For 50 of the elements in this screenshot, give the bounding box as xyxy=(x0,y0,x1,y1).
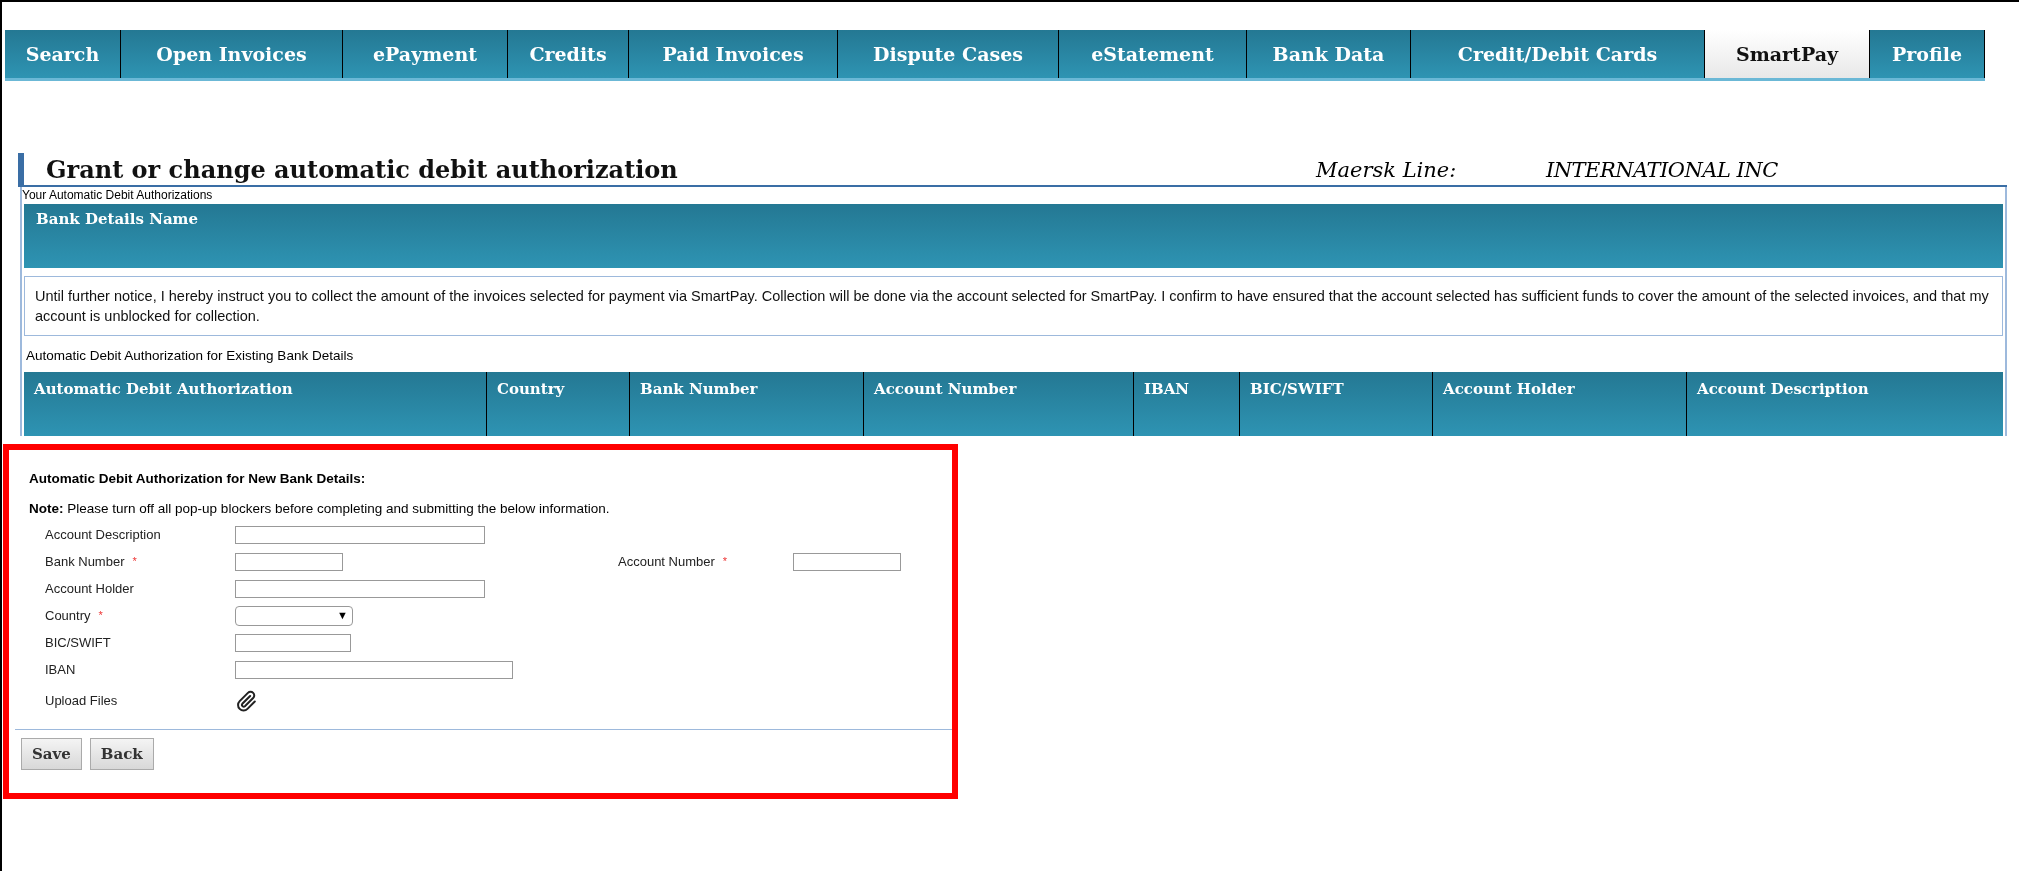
page-title: Grant or change automatic debit authorization xyxy=(46,155,679,185)
table-header: Bank Details Name xyxy=(24,204,2003,268)
nav-tab[interactable]: Search xyxy=(5,30,121,78)
field-label: Account Holder xyxy=(45,579,134,598)
section-caption: Your Automatic Debit Authorizations xyxy=(22,187,214,204)
authorization-notice: Until further notice, I hereby instruct you to collect the amount of the invoices selected for payment via SmartPay. Collection will be done via the account selected for SmartPay. I confirm to have ensured that the account selected has sufficient funds to cover the amount of the selected invoices, and that my account is unblocked for collection. xyxy=(24,276,2003,336)
dropdown-arrow: ▼ xyxy=(337,610,348,621)
field-label: BIC/SWIFT xyxy=(45,633,111,652)
nav-tab[interactable]: Profile xyxy=(1870,30,1985,78)
text-input[interactable] xyxy=(235,660,513,679)
nav-tab[interactable]: Dispute Cases xyxy=(838,30,1059,78)
company-label: Maersk Line: xyxy=(1316,157,1458,184)
column-header: Account Holder xyxy=(1433,372,1687,436)
field-label: IBAN xyxy=(45,660,76,679)
nav-tab[interactable]: ePayment xyxy=(343,30,508,78)
nav-tab[interactable]: Open Invoices xyxy=(121,30,343,78)
column-header: Automatic Debit Authorization xyxy=(24,372,487,436)
column-header: Country xyxy=(487,372,630,436)
field-label: Account Number xyxy=(618,552,715,571)
nav-tab[interactable]: Credit/Debit Cards xyxy=(1411,30,1705,78)
company-name: INTERNATIONAL INC xyxy=(1546,157,1778,184)
nav-tab[interactable]: SmartPay xyxy=(1705,30,1870,78)
country-select[interactable]: ▼ xyxy=(235,605,353,626)
text-input[interactable] xyxy=(793,552,901,571)
nav-tab[interactable]: Bank Data xyxy=(1247,30,1411,78)
column-header: IBAN xyxy=(1134,372,1240,436)
field-label: Account Description xyxy=(45,525,161,544)
paperclip-icon[interactable] xyxy=(235,689,257,713)
form-button[interactable]: Back xyxy=(89,738,154,770)
form-button[interactable]: Save xyxy=(21,738,82,770)
column-header: Account Description xyxy=(1687,372,2003,436)
text-input[interactable] xyxy=(235,552,343,571)
field-label: Bank Number xyxy=(45,552,125,571)
nav-tab[interactable]: eStatement xyxy=(1059,30,1247,78)
column-header: Account Number xyxy=(864,372,1134,436)
required-mark: * xyxy=(132,554,137,570)
required-mark: * xyxy=(98,608,103,624)
nav-tab[interactable]: Credits xyxy=(508,30,629,78)
nav-tab[interactable]: Paid Invoices xyxy=(629,30,838,78)
form-note: Note: Please turn off all pop-up blockers before completing and submitting the below information. xyxy=(29,500,611,518)
text-input[interactable] xyxy=(235,579,485,598)
field-label: Upload Files xyxy=(45,692,118,711)
column-header: Bank Number xyxy=(630,372,864,436)
section-caption: Automatic Debit Authorization for Existing Bank Details xyxy=(26,347,355,365)
column-header: BIC/SWIFT xyxy=(1240,372,1433,436)
text-input[interactable] xyxy=(235,633,351,652)
field-label: Country xyxy=(45,606,91,625)
form-heading: Automatic Debit Authorization for New Bank Details: xyxy=(29,470,367,488)
required-mark: * xyxy=(722,554,728,570)
text-input[interactable] xyxy=(235,525,485,544)
